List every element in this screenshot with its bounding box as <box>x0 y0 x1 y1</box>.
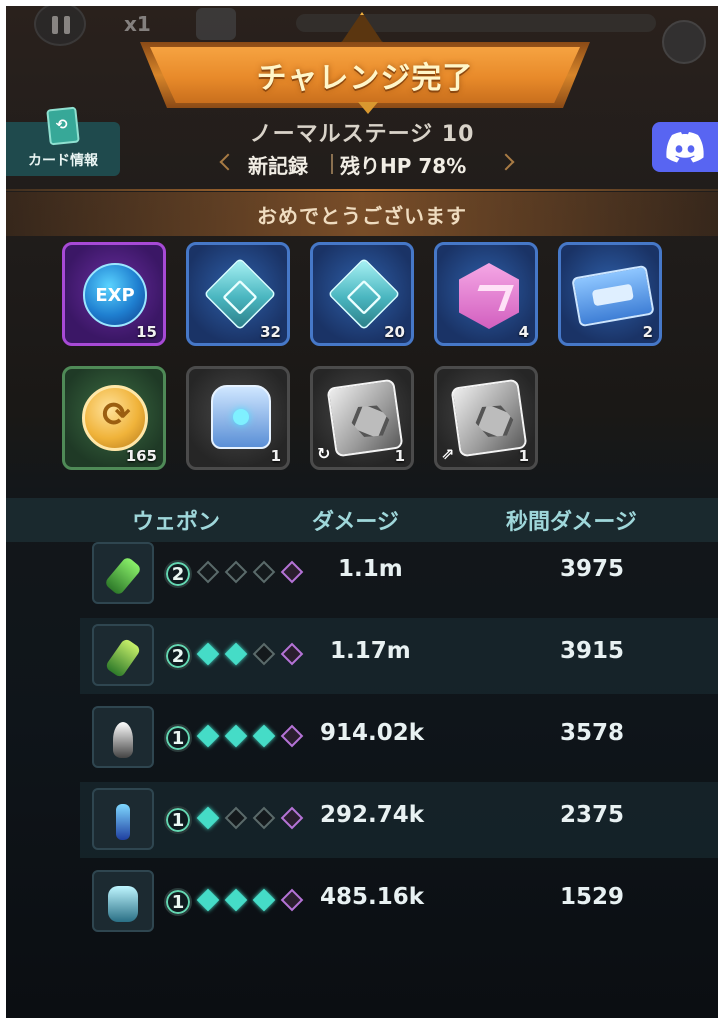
divider <box>6 189 718 191</box>
banner-title: チャレンジ完了 <box>256 61 474 96</box>
damage-value: 914.02k <box>320 720 425 746</box>
table-row: 2 1.1m 3975 <box>80 536 718 612</box>
pause-icon[interactable] <box>34 6 86 46</box>
reward-armor[interactable]: 1 <box>186 366 290 470</box>
reward-plate-b[interactable]: ⇗ 1 <box>434 366 538 470</box>
reward-count: 2 <box>642 323 653 341</box>
remaining-hp: 残りHP 78% <box>340 154 467 178</box>
reward-count: 32 <box>260 323 281 341</box>
reward-count: 20 <box>384 323 405 341</box>
banner-arrow-icon <box>358 102 378 114</box>
reward-count: 165 <box>125 447 157 465</box>
damage-value: 1.17m <box>330 638 411 664</box>
speed-toggle[interactable]: x1 <box>124 12 151 36</box>
level-badge: 2 <box>164 642 192 670</box>
congrats-band: おめでとうございます <box>6 192 718 236</box>
table-row: 1 292.74k 2375 <box>80 782 718 858</box>
robot-drone-icon <box>92 706 154 768</box>
table-row: 1 485.16k 1529 <box>80 864 718 940</box>
boot-mark-icon: ⇗ <box>441 444 455 463</box>
reward-count: 4 <box>518 323 529 341</box>
reward-pink-hexagon[interactable]: 4 <box>434 242 538 346</box>
reward-blueprint[interactable]: 2 <box>558 242 662 346</box>
damage-value: 292.74k <box>320 802 425 828</box>
weapon-chip-icon <box>203 257 277 331</box>
dps-value: 3578 <box>560 720 625 746</box>
dps-value: 2375 <box>560 802 625 828</box>
stage-name: ノーマルステージ 10 <box>249 122 475 147</box>
card-info-label: カード情報 <box>28 153 98 169</box>
blue-flame-tower-icon <box>92 788 154 850</box>
reward-turret-chip[interactable]: 20 <box>310 242 414 346</box>
level-badge: 1 <box>164 724 192 752</box>
damage-value: 1.1m <box>338 556 403 582</box>
menu-icon[interactable] <box>662 20 706 64</box>
slot-mark-icon: ↻ <box>317 444 331 463</box>
level-badge: 1 <box>164 888 192 916</box>
reward-plate-a[interactable]: ↻ 1 <box>310 366 414 470</box>
green-launcher-icon <box>92 624 154 686</box>
dps-value: 3975 <box>560 556 625 582</box>
level-badge: 1 <box>164 806 192 834</box>
new-record-label: 新記録 <box>248 154 308 178</box>
dps-value: 3915 <box>560 638 625 664</box>
congrats-text: おめでとうございます <box>257 203 467 228</box>
reward-weapon-chip[interactable]: 32 <box>186 242 290 346</box>
wave-progress-bar <box>296 14 656 32</box>
dps-value: 1529 <box>560 884 625 910</box>
blueprint-scroll-icon <box>571 264 655 328</box>
mech-robot-icon <box>92 870 154 932</box>
armor-icon <box>211 385 271 449</box>
card-icon <box>196 8 236 40</box>
result-screen: x1 チャレンジ完了 ⟲ カード情報 ノーマルステージ 10 新記録 残りHP … <box>6 6 718 1018</box>
table-row: 2 1.17m 3915 <box>80 618 718 694</box>
plate-icon <box>326 378 404 458</box>
reward-exp[interactable]: EXP 15 <box>62 242 166 346</box>
turret-chip-icon <box>327 257 401 331</box>
table-row: 1 914.02k 3578 <box>80 700 718 776</box>
damage-value: 485.16k <box>320 884 425 910</box>
reward-gold-coin[interactable]: 165 <box>62 366 166 470</box>
result-banner: チャレンジ完了 <box>140 42 590 108</box>
header-weapon: ウェポン <box>132 510 221 535</box>
reward-count: 15 <box>136 323 157 341</box>
header-damage: ダメージ <box>312 510 399 535</box>
reward-count: 1 <box>394 447 405 465</box>
reward-count: 1 <box>270 447 281 465</box>
gold-coin-icon <box>82 385 148 451</box>
green-cannon-icon <box>92 542 154 604</box>
exp-orb-icon: EXP <box>83 263 147 327</box>
pink-hexagon-icon <box>459 263 519 329</box>
header-dps: 秒間ダメージ <box>506 510 637 535</box>
result-stats: 新記録 残りHP 78% <box>219 148 515 182</box>
plate-icon <box>450 378 528 458</box>
reward-count: 1 <box>518 447 529 465</box>
level-badge: 2 <box>164 560 192 588</box>
